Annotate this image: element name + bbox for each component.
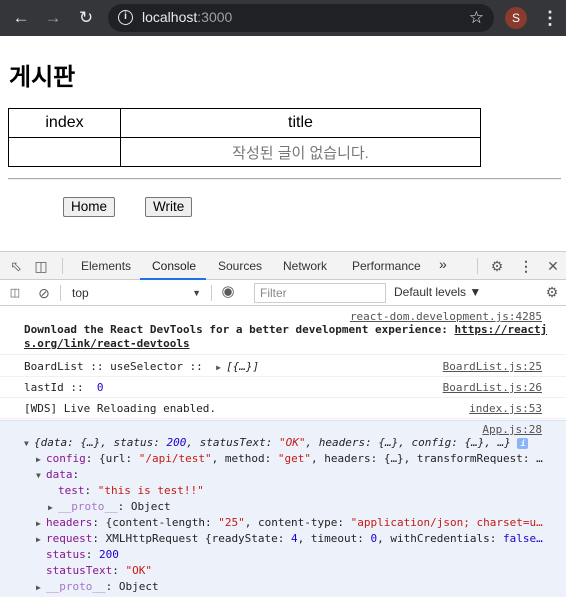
expand-triangle-icon[interactable]: ▶	[36, 519, 46, 528]
live-expression-eye-icon[interactable]: ◉	[220, 284, 236, 300]
url-text: localhost:3000	[142, 9, 233, 25]
proto-property[interactable]: ▶ __proto__: Object	[36, 580, 159, 593]
object-summary[interactable]: ▼ {data: {…}, status: 200, statusText: "O…	[24, 436, 529, 449]
log-levels-dropdown[interactable]: Default levels ▼	[394, 285, 481, 299]
browser-menu-icon[interactable]: ⋮	[541, 7, 559, 29]
empty-message: 작성된 글이 없습니다.	[120, 137, 481, 167]
settings-gear-icon[interactable]: ⚙	[489, 258, 505, 274]
statustext-property: statusText: "OK"	[46, 564, 152, 577]
toolbar-separator	[60, 285, 61, 301]
address-bar[interactable]: i localhost:3000 ☆	[108, 4, 494, 32]
table-header-row: index title	[8, 108, 481, 138]
expand-triangle-icon[interactable]: ▶	[216, 363, 226, 372]
data-property[interactable]: ▼ data:	[36, 468, 79, 481]
console-output: react-dom.development.js:4285 Download t…	[0, 307, 566, 597]
column-header-index: index	[8, 108, 121, 138]
tab-performance[interactable]: Performance	[352, 259, 421, 273]
write-button[interactable]: Write	[145, 197, 193, 217]
status-property: status: 200	[46, 548, 119, 561]
tab-sources[interactable]: Sources	[218, 259, 262, 273]
tab-elements[interactable]: Elements	[81, 259, 131, 273]
close-devtools-icon[interactable]: ✕	[545, 258, 561, 274]
site-info-icon[interactable]: i	[118, 10, 133, 25]
devtools-url-link-continued[interactable]: s.org/link/react-devtools	[24, 337, 190, 350]
devtools-tab-bar: ⬁ ◫ Elements Console Sources Network Per…	[0, 252, 566, 280]
devtools-menu-icon[interactable]: ⋮	[518, 258, 534, 274]
chevron-down-icon: ▼	[192, 288, 201, 298]
message-text: lastId :: 0	[24, 381, 104, 394]
more-tabs-icon[interactable]: »	[439, 256, 447, 272]
table-row: 작성된 글이 없습니다.	[8, 137, 481, 167]
toolbar-separator	[477, 258, 478, 274]
message-source-link[interactable]: index.js:53	[469, 402, 542, 415]
forward-arrow-icon[interactable]: →	[42, 7, 64, 29]
message-source-link[interactable]: App.js:28	[482, 423, 542, 436]
console-message: [WDS] Live Reloading enabled. index.js:5…	[0, 399, 566, 419]
devtools-url-link[interactable]: https://reactj	[454, 323, 547, 336]
message-source-link[interactable]: BoardList.js:25	[443, 360, 542, 373]
tab-network[interactable]: Network	[283, 259, 327, 273]
expand-triangle-icon[interactable]: ▶	[36, 583, 46, 592]
request-property[interactable]: ▶ request: XMLHttpRequest {readyState: 4,…	[36, 532, 543, 545]
clear-console-icon[interactable]: ⊘	[36, 285, 52, 301]
console-object-message: App.js:28 ▼ {data: {…}, status: 200, stat…	[0, 420, 566, 597]
tab-console[interactable]: Console	[152, 259, 196, 273]
console-message: react-dom.development.js:4285 Download t…	[0, 307, 566, 355]
console-toolbar: ◫ ⊘ top ▼ ◉ Filter Default levels ▼ ⚙	[0, 280, 566, 306]
proto-property[interactable]: ▶ __proto__: Object	[48, 500, 171, 513]
toolbar-separator	[62, 258, 63, 274]
filter-input[interactable]: Filter	[254, 283, 386, 303]
console-settings-gear-icon[interactable]: ⚙	[544, 284, 560, 300]
page-title: 게시판	[9, 64, 76, 91]
context-select[interactable]: top ▼	[66, 284, 204, 302]
config-property[interactable]: ▶ config: {url: "/api/test", method: "get…	[36, 452, 543, 465]
devtools-panel: ⬁ ◫ Elements Console Sources Network Per…	[0, 251, 566, 597]
reload-icon[interactable]: ↻	[75, 7, 97, 29]
bookmark-star-icon[interactable]: ☆	[469, 8, 484, 28]
message-source-link[interactable]: react-dom.development.js:4285	[350, 310, 542, 323]
expand-triangle-icon[interactable]: ▶	[36, 455, 46, 464]
empty-index-cell	[8, 137, 121, 167]
profile-avatar[interactable]: S	[505, 7, 527, 29]
console-message: BoardList :: useSelector :: ▶ [{…}] Board…	[0, 356, 566, 377]
device-toolbar-icon[interactable]: ◫	[33, 258, 49, 274]
collapse-triangle-icon[interactable]: ▼	[24, 439, 34, 448]
headers-property[interactable]: ▶ headers: {content-length: "25", content…	[36, 516, 543, 529]
console-message: lastId :: 0 BoardList.js:26	[0, 378, 566, 398]
test-property: test: "this is test!!"	[58, 484, 204, 497]
expand-triangle-icon[interactable]: ▶	[36, 535, 46, 544]
message-text: BoardList :: useSelector :: ▶ [{…}]	[24, 360, 260, 373]
column-header-title: title	[120, 108, 481, 138]
collapse-triangle-icon[interactable]: ▼	[36, 471, 46, 480]
expand-triangle-icon[interactable]: ▶	[48, 503, 58, 512]
divider	[8, 178, 561, 180]
info-icon: i	[517, 438, 529, 449]
inspect-element-icon[interactable]: ⬁	[8, 258, 24, 274]
message-source-link[interactable]: BoardList.js:26	[443, 381, 542, 394]
message-text: [WDS] Live Reloading enabled.	[24, 402, 217, 415]
sidebar-toggle-icon[interactable]: ◫	[7, 285, 23, 301]
board-table: index title 작성된 글이 없습니다.	[8, 108, 481, 167]
back-arrow-icon[interactable]: ←	[10, 7, 32, 29]
home-button[interactable]: Home	[63, 197, 116, 217]
message-text: Download the React DevTools for a better…	[24, 323, 548, 336]
browser-toolbar: ← → ↻ i localhost:3000 ☆ S ⋮	[0, 0, 566, 36]
toolbar-separator	[211, 285, 212, 301]
